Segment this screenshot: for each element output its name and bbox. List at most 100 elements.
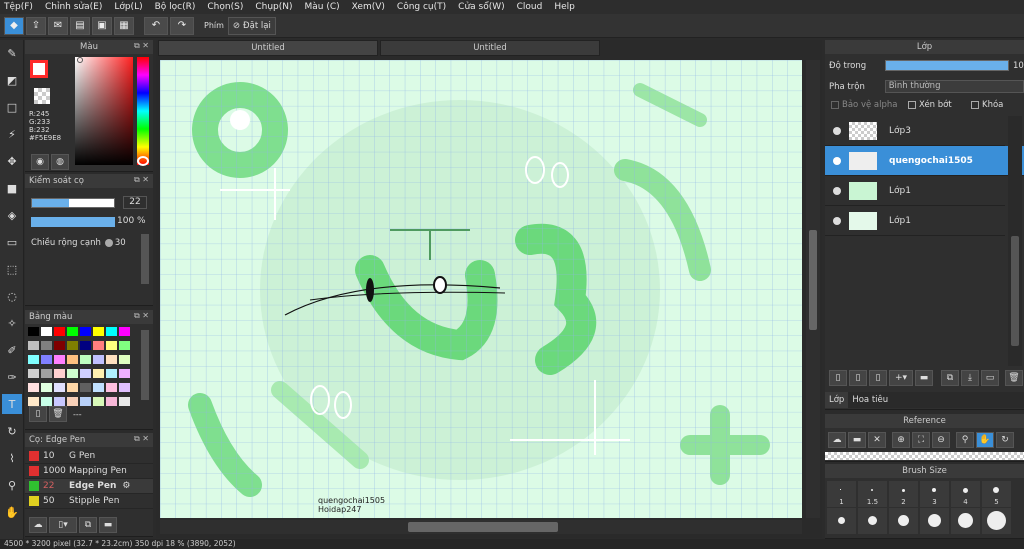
ref-open-icon[interactable]: ▬ <box>848 432 866 448</box>
palette-swatch[interactable] <box>41 355 52 364</box>
palette-swatch[interactable] <box>119 355 130 364</box>
brush-size-cell[interactable]: 1 <box>827 481 856 507</box>
redo-button[interactable]: ↷ <box>170 16 194 35</box>
app-icon[interactable]: ◆ <box>4 16 24 35</box>
clear-layer-icon[interactable]: ▭ <box>981 370 999 386</box>
ref-hand-icon[interactable]: ✋ <box>976 432 994 448</box>
foreground-color[interactable] <box>30 60 48 78</box>
brush-opacity-slider[interactable] <box>31 217 115 227</box>
palette-swatch[interactable] <box>80 341 91 350</box>
brush-size-cell[interactable] <box>951 508 980 534</box>
clipping-checkbox[interactable] <box>908 101 916 109</box>
grid-icon[interactable]: ▦ <box>114 16 134 35</box>
palette-swatch[interactable] <box>119 397 130 406</box>
new-brush-icon[interactable]: ▯▾ <box>49 517 77 533</box>
panel-float-icon[interactable]: ⧉ ✕ <box>134 434 149 444</box>
select-eraser-icon[interactable]: ✑ <box>2 367 22 387</box>
palette-swatch[interactable] <box>119 369 130 378</box>
operation-icon[interactable]: ↻ <box>2 421 22 441</box>
ref-fit-icon[interactable]: ⛶ <box>912 432 930 448</box>
new-layer-icon[interactable]: ▯ <box>829 370 847 386</box>
palette-swatch[interactable] <box>41 327 52 336</box>
menu-layer[interactable]: Lớp(L) <box>114 2 142 12</box>
gradient-icon[interactable]: ▭ <box>2 232 22 252</box>
visibility-icon[interactable] <box>833 186 841 195</box>
new-layer-1bit-icon[interactable]: ▯ <box>869 370 887 386</box>
tab-layers[interactable]: Lớp <box>825 392 849 408</box>
tab-untitled-2[interactable]: Untitled <box>380 40 600 56</box>
palette-swatch[interactable] <box>67 341 78 350</box>
brush-cloud-icon[interactable]: ☁ <box>29 517 47 533</box>
ref-eyedropper-icon[interactable]: ⚲ <box>956 432 974 448</box>
palette-swatch[interactable] <box>93 369 104 378</box>
brush-size-cell[interactable]: 4 <box>951 481 980 507</box>
delete-layer-icon[interactable]: 🗑 <box>1005 370 1023 386</box>
palette-swatch[interactable] <box>67 397 78 406</box>
lock-checkbox[interactable] <box>971 101 979 109</box>
magic-wand-icon[interactable]: ✧ <box>2 313 22 333</box>
divide-icon[interactable]: ⌇ <box>2 448 22 468</box>
wand-icon[interactable]: ⚡ <box>2 124 22 144</box>
ref-zoom-in-icon[interactable]: ⊕ <box>892 432 910 448</box>
palette-swatch[interactable] <box>54 397 65 406</box>
palette-swatch[interactable] <box>54 327 65 336</box>
brush-size-cell[interactable]: 2 <box>889 481 918 507</box>
brush-item-selected[interactable]: 22 Edge Pen ⚙ <box>25 479 153 494</box>
palette-swatch[interactable] <box>106 341 117 350</box>
ref-rotate-icon[interactable]: ↻ <box>996 432 1014 448</box>
brush-size-cell[interactable] <box>889 508 918 534</box>
palette-swatch[interactable] <box>106 397 117 406</box>
horizontal-scrollbar[interactable] <box>160 520 802 534</box>
menu-help[interactable]: Help <box>554 2 575 12</box>
copy-brush-icon[interactable]: ⧉ <box>79 517 97 533</box>
palette-swatch[interactable] <box>80 369 91 378</box>
brush-item[interactable]: 1000 Mapping Pen <box>25 464 153 479</box>
menu-capture[interactable]: Chụp(N) <box>255 2 292 12</box>
eraser-tool-icon[interactable]: ◩ <box>2 70 22 90</box>
brush-folder-icon[interactable]: ▬ <box>99 517 117 533</box>
palette-swatch[interactable] <box>28 383 39 392</box>
palette-swatch[interactable] <box>80 327 91 336</box>
move-tool-icon[interactable]: ✥ <box>2 151 22 171</box>
palette-swatch[interactable] <box>28 397 39 406</box>
menu-edit[interactable]: Chỉnh sửa(E) <box>45 2 102 12</box>
vertical-scrollbar[interactable] <box>806 60 820 518</box>
palette-swatch[interactable] <box>28 355 39 364</box>
palette-swatch[interactable] <box>67 355 78 364</box>
palette-swatch[interactable] <box>93 327 104 336</box>
text-tool-icon[interactable]: T <box>2 394 22 414</box>
tab-navigator[interactable]: Hoa tiêu <box>848 395 892 405</box>
menu-view[interactable]: Xem(V) <box>352 2 385 12</box>
palette-swatch[interactable] <box>41 397 52 406</box>
layer-row[interactable]: Lớp1 <box>825 176 1005 206</box>
visibility-icon[interactable] <box>833 126 841 135</box>
palette-swatch[interactable] <box>93 341 104 350</box>
palette-swatch[interactable] <box>41 341 52 350</box>
palette-swatch[interactable] <box>106 355 117 364</box>
drawing-canvas[interactable]: quengochai1505 Hoidap247 <box>160 60 802 518</box>
layer-row-selected[interactable]: quengochai1505 ⚙ <box>825 146 1024 176</box>
ref-cloud-icon[interactable]: ☁ <box>828 432 846 448</box>
layer-opacity-slider[interactable] <box>885 60 1009 71</box>
chat-icon[interactable]: ✉ <box>48 16 68 35</box>
palette-swatch[interactable] <box>67 327 78 336</box>
palette-swatch[interactable] <box>54 383 65 392</box>
ref-close-icon[interactable]: ✕ <box>868 432 886 448</box>
palette-swatch[interactable] <box>28 327 39 336</box>
edge-width-knob[interactable] <box>104 239 113 247</box>
menu-filter[interactable]: Bộ lọc(R) <box>155 2 196 12</box>
new-layer-8bit-icon[interactable]: ▯ <box>849 370 867 386</box>
hue-slider[interactable] <box>137 57 149 165</box>
palette-swatch[interactable] <box>93 397 104 406</box>
panel-float-icon[interactable]: ⧉ ✕ <box>134 175 149 185</box>
brush-settings-icon[interactable]: ⚙ <box>122 481 130 491</box>
undo-button[interactable]: ↶ <box>144 16 168 35</box>
brush-item[interactable]: 10 G Pen <box>25 449 153 464</box>
brush-size-cell[interactable]: 5 <box>982 481 1011 507</box>
palette-swatch[interactable] <box>93 355 104 364</box>
palette-swatch[interactable] <box>119 327 130 336</box>
brush-size-cell[interactable]: 1.5 <box>858 481 887 507</box>
rect-select-icon[interactable]: □ <box>2 97 22 117</box>
menu-color[interactable]: Màu (C) <box>305 2 340 12</box>
panel-float-icon[interactable]: ⧉ ✕ <box>134 311 149 321</box>
